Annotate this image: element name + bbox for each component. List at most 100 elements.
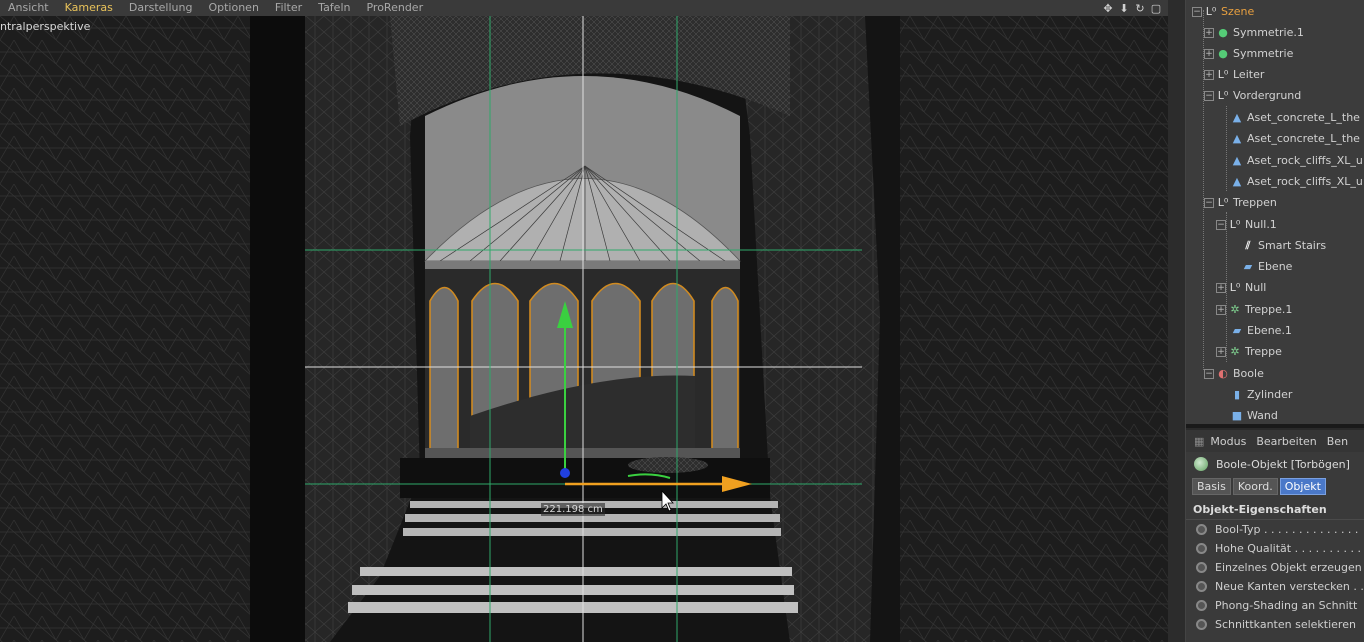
tree-item-ebene-1[interactable]: ▰ Ebene.1 (1231, 320, 1292, 341)
animate-radio-icon[interactable] (1196, 581, 1207, 592)
polygon-object-icon: ▲ (1232, 110, 1242, 124)
symmetry-icon: ● (1218, 46, 1228, 60)
collapse-icon[interactable]: − (1204, 368, 1214, 379)
left-rock-wall (0, 16, 250, 642)
menu-modus[interactable]: Modus (1210, 435, 1246, 448)
symmetry-icon: ● (1218, 25, 1228, 39)
tree-item-smart-stairs[interactable]: ⫽ Smart Stairs (1242, 235, 1327, 256)
polygon-object-icon: ▲ (1232, 131, 1242, 145)
null-icon: L⁰ (1229, 217, 1241, 231)
menu-darstellung[interactable]: Darstellung (121, 0, 201, 16)
section-title: Objekt-Eigenschaften (1186, 500, 1364, 520)
z-axis-handle[interactable] (560, 468, 570, 478)
tree-item-symmetrie-1[interactable]: + ● Symmetrie.1 (1204, 22, 1304, 43)
maximize-view-icon[interactable]: ▢ (1150, 2, 1162, 15)
tree-item-symmetrie[interactable]: + ● Symmetrie (1204, 43, 1293, 64)
tree-item-leiter[interactable]: + L⁰ Leiter (1204, 64, 1264, 85)
expand-icon[interactable]: + (1204, 48, 1214, 59)
object-manager: − L⁰ Szene + ● Symmetrie.1 + ● Symmetrie… (1186, 0, 1364, 424)
menu-kameras[interactable]: Kameras (57, 0, 121, 16)
prop-einzelnes-objekt[interactable]: Einzelnes Objekt erzeugen (1186, 558, 1364, 577)
view-mode-label[interactable]: ntralperspektive (0, 20, 90, 33)
attribute-manager: ▦ Modus Bearbeiten Ben Boole-Objekt [Tor… (1186, 428, 1364, 642)
tree-item-aset-concrete-2[interactable]: ▲ Aset_concrete_L_the (1231, 128, 1360, 149)
tree-item-wand[interactable]: ■ Wand (1231, 405, 1278, 424)
null-icon: L⁰ (1217, 88, 1229, 102)
prop-neue-kanten[interactable]: Neue Kanten verstecken . . (1186, 577, 1364, 596)
animate-radio-icon[interactable] (1196, 619, 1207, 630)
tree-item-vordergrund[interactable]: − L⁰ Vordergrund (1204, 85, 1301, 106)
animate-radio-icon[interactable] (1196, 543, 1207, 554)
menu-ansicht[interactable]: Ansicht (0, 0, 57, 16)
tree-item-null[interactable]: + L⁰ Null (1216, 277, 1266, 298)
tab-koord[interactable]: Koord. (1232, 477, 1278, 495)
prop-phong-shading[interactable]: Phong-Shading an Schnitt (1186, 596, 1364, 615)
viewport-nav-icons: ✥ ⬇ ↻ ▢ (1102, 0, 1162, 16)
null-icon: L⁰ (1217, 67, 1229, 81)
null-icon: L⁰ (1217, 195, 1229, 209)
attribute-menubar: ▦ Modus Bearbeiten Ben (1186, 430, 1364, 452)
menu-tafeln[interactable]: Tafeln (310, 0, 358, 16)
animate-radio-icon[interactable] (1196, 562, 1207, 573)
attribute-tabs: Basis Koord. Objekt (1186, 476, 1364, 496)
animate-radio-icon[interactable] (1196, 524, 1207, 535)
expand-icon[interactable]: + (1204, 69, 1214, 80)
boole-icon: ◐ (1218, 366, 1228, 380)
viewport-menubar: Ansicht Kameras Darstellung Optionen Fil… (0, 0, 1168, 16)
menu-optionen[interactable]: Optionen (200, 0, 266, 16)
scene-render[interactable] (0, 16, 1168, 642)
menu-benutzer[interactable]: Ben (1327, 435, 1348, 448)
tree-item-boole[interactable]: − ◐ Boole (1204, 363, 1264, 384)
tree-item-aset-rock-1[interactable]: ▲ Aset_rock_cliffs_XL_u (1231, 150, 1363, 171)
tree-item-zylinder[interactable]: ▮ Zylinder (1231, 384, 1292, 405)
stair-generator-icon: ✲ (1230, 344, 1240, 358)
expand-icon[interactable]: + (1216, 304, 1226, 315)
panel-splitter[interactable] (1168, 0, 1186, 642)
tree-item-treppe-1[interactable]: + ✲ Treppe.1 (1216, 299, 1292, 320)
collapse-icon[interactable]: − (1216, 219, 1226, 230)
tree-item-ebene[interactable]: ▰ Ebene (1242, 256, 1293, 277)
cube-icon: ■ (1231, 408, 1243, 422)
object-title-label: Boole-Objekt [Torbögen] (1216, 457, 1350, 471)
prop-schnittkanten[interactable]: Schnittkanten selektieren (1186, 615, 1364, 634)
tree-item-treppen[interactable]: − L⁰ Treppen (1204, 192, 1277, 213)
tree-item-aset-rock-2[interactable]: ▲ Aset_rock_cliffs_XL_u (1231, 171, 1363, 192)
measure-label: 221.198 cm (541, 503, 605, 516)
tree-item-aset-concrete-1[interactable]: ▲ Aset_concrete_L_the (1231, 107, 1360, 128)
null-icon: L⁰ (1205, 4, 1217, 18)
cylinder-icon: ▮ (1233, 387, 1241, 401)
prop-bool-typ[interactable]: Bool-Typ . . . . . . . . . . . . . . (1186, 520, 1364, 539)
boole-cylinder (628, 457, 708, 473)
plane-icon: ▰ (1232, 323, 1242, 337)
prop-hohe-qualitaet[interactable]: Hohe Qualität . . . . . . . . . . (1186, 539, 1364, 558)
collapse-icon[interactable]: − (1204, 197, 1214, 208)
menu-prorender[interactable]: ProRender (358, 0, 431, 16)
viewport[interactable]: Ansicht Kameras Darstellung Optionen Fil… (0, 0, 1168, 642)
boole-icon (1194, 457, 1208, 471)
expand-icon[interactable]: + (1204, 27, 1214, 38)
polygon-object-icon: ▲ (1232, 174, 1242, 188)
stairs-lower (348, 567, 798, 613)
right-rock-wall (900, 16, 1168, 642)
animate-radio-icon[interactable] (1196, 600, 1207, 611)
stairs-icon: ⫽ (1245, 238, 1251, 252)
tab-objekt[interactable]: Objekt (1279, 477, 1326, 495)
rotate-view-icon[interactable]: ↻ (1134, 2, 1146, 15)
zoom-view-icon[interactable]: ⬇ (1118, 2, 1130, 15)
tree-item-null-1[interactable]: − L⁰ Null.1 (1216, 214, 1277, 235)
tree-item-treppe[interactable]: + ✲ Treppe (1216, 341, 1282, 362)
tab-basis[interactable]: Basis (1192, 477, 1231, 495)
menu-filter[interactable]: Filter (267, 0, 310, 16)
move-view-icon[interactable]: ✥ (1102, 2, 1114, 15)
expand-icon[interactable]: + (1216, 346, 1226, 357)
object-title: Boole-Objekt [Torbögen] (1186, 452, 1364, 476)
stair-generator-icon: ✲ (1230, 302, 1240, 316)
null-icon: L⁰ (1229, 280, 1241, 294)
grid-icon[interactable]: ▦ (1194, 435, 1204, 448)
collapse-icon[interactable]: − (1204, 90, 1214, 101)
expand-icon[interactable]: + (1216, 282, 1226, 293)
plane-icon: ▰ (1243, 259, 1253, 273)
menu-bearbeiten[interactable]: Bearbeiten (1256, 435, 1316, 448)
tree-item-szene[interactable]: − L⁰ Szene (1192, 1, 1254, 22)
collapse-icon[interactable]: − (1192, 6, 1202, 17)
